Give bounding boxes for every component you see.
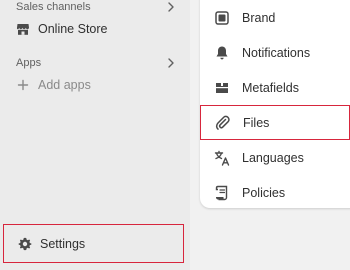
menu-item-label: Notifications (242, 45, 311, 60)
menu-item-label: Policies (242, 185, 286, 200)
sidebar-item-settings[interactable]: Settings (3, 224, 184, 263)
paperclip-icon (215, 115, 231, 131)
metafields-icon (214, 80, 230, 96)
brand-icon (214, 10, 230, 26)
apps-header[interactable]: Apps (16, 56, 176, 70)
plus-icon (16, 78, 30, 92)
store-icon (16, 22, 30, 36)
menu-item-metafields[interactable]: Metafields (200, 70, 350, 105)
gear-icon (18, 237, 32, 251)
menu-item-brand[interactable]: Brand (200, 0, 350, 35)
apps-label: Apps (16, 57, 42, 69)
settings-menu-card: Brand Notifications Metafields Files Lan… (200, 0, 350, 208)
chevron-right-icon (168, 2, 174, 12)
sidebar-item-online-store[interactable]: Online Store (16, 19, 107, 39)
chevron-right-icon (168, 58, 174, 68)
sidebar-item-label: Online Store (38, 22, 108, 36)
translate-icon (214, 150, 230, 166)
menu-item-label: Metafields (242, 80, 299, 95)
menu-item-label: Languages (242, 150, 304, 165)
menu-item-notifications[interactable]: Notifications (200, 35, 350, 70)
menu-item-policies[interactable]: Policies (200, 175, 350, 210)
sidebar: Sales channels Online Store Apps Add app… (0, 0, 190, 270)
menu-item-languages[interactable]: Languages (200, 140, 350, 175)
menu-item-label: Files (243, 115, 270, 130)
menu-item-label: Brand (242, 10, 276, 25)
policy-icon (214, 185, 230, 201)
add-apps-label: Add apps (38, 78, 91, 92)
menu-item-files[interactable]: Files (200, 105, 350, 140)
sales-channels-header[interactable]: Sales channels (16, 0, 176, 14)
settings-label: Settings (40, 236, 86, 251)
sales-channels-label: Sales channels (16, 1, 91, 13)
bell-icon (214, 45, 230, 61)
add-apps-button[interactable]: Add apps (16, 75, 91, 95)
